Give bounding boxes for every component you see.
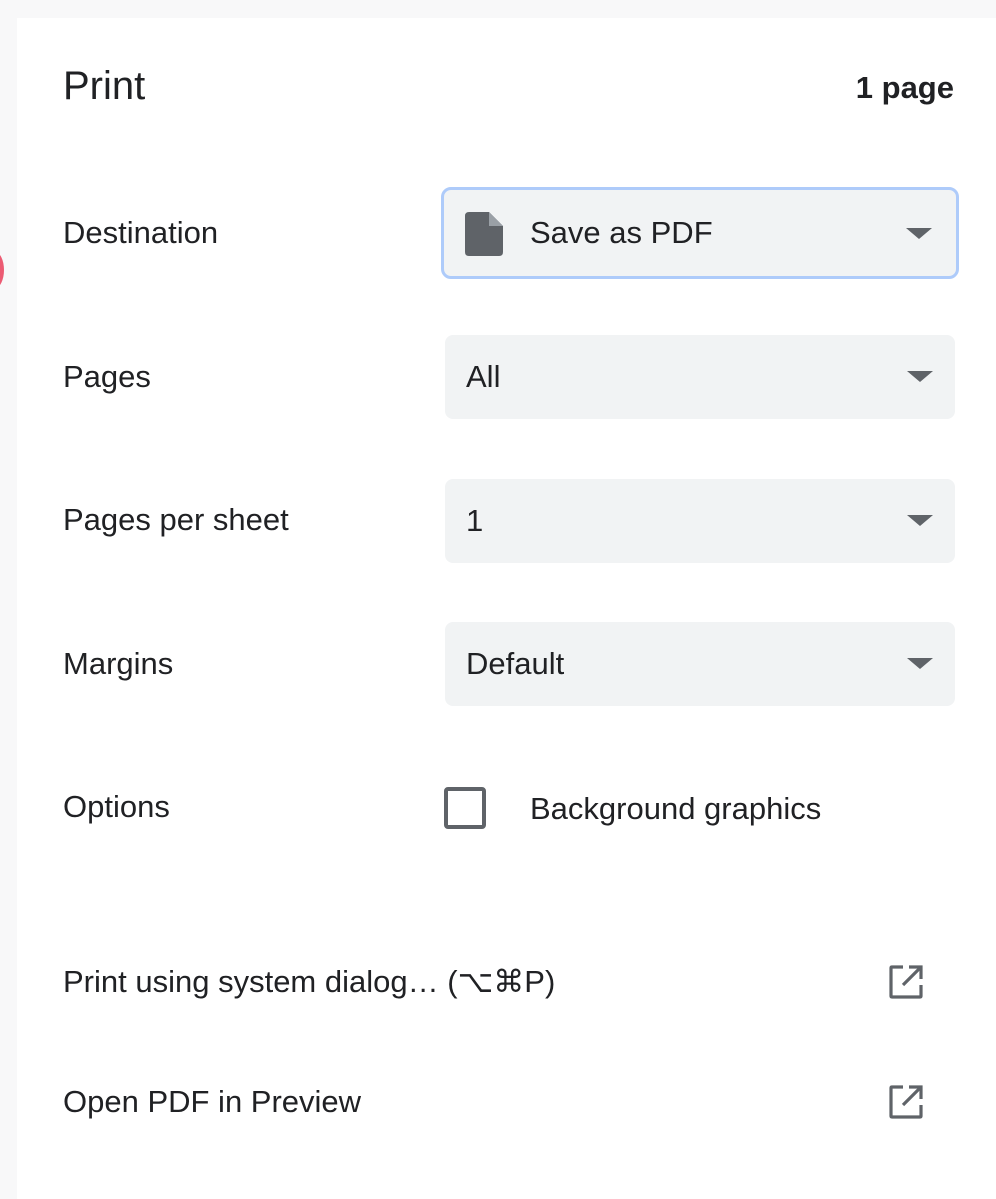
margins-select[interactable]: Default [445, 622, 955, 706]
chevron-down-icon [907, 371, 933, 382]
open-pdf-preview-link[interactable]: Open PDF in Preview [17, 1062, 996, 1142]
pages-per-sheet-select[interactable]: 1 [445, 479, 955, 563]
pages-label: Pages [63, 359, 151, 394]
background-graphics-label[interactable]: Background graphics [530, 789, 821, 829]
options-label: Options [63, 789, 170, 824]
print-settings-panel: Print 1 page Destination Save as PDF Pag… [17, 18, 996, 1199]
document-icon [465, 212, 503, 256]
open-pdf-preview-label: Open PDF in Preview [63, 1084, 362, 1119]
chevron-down-icon [907, 658, 933, 669]
print-system-dialog-link[interactable]: Print using system dialog… (⌥⌘P) [17, 942, 996, 1022]
margins-value: Default [466, 646, 565, 681]
pages-per-sheet-label: Pages per sheet [63, 502, 289, 537]
pages-select[interactable]: All [445, 335, 955, 419]
destination-label: Destination [63, 215, 219, 250]
edge-accent-left [0, 252, 4, 288]
dialog-title: Print [63, 64, 146, 108]
destination-value: Save as PDF [530, 215, 713, 250]
pages-value: All [466, 359, 501, 394]
print-system-dialog-label: Print using system dialog… (⌥⌘P) [63, 964, 556, 999]
open-external-icon [889, 965, 923, 999]
pages-per-sheet-value: 1 [466, 503, 484, 538]
background-graphics-checkbox[interactable] [444, 787, 486, 829]
destination-select[interactable]: Save as PDF [441, 187, 959, 279]
margins-label: Margins [63, 646, 174, 681]
page-count: 1 page [855, 70, 954, 105]
chevron-down-icon [906, 228, 932, 239]
open-external-icon [889, 1085, 923, 1119]
chevron-down-icon [907, 515, 933, 526]
